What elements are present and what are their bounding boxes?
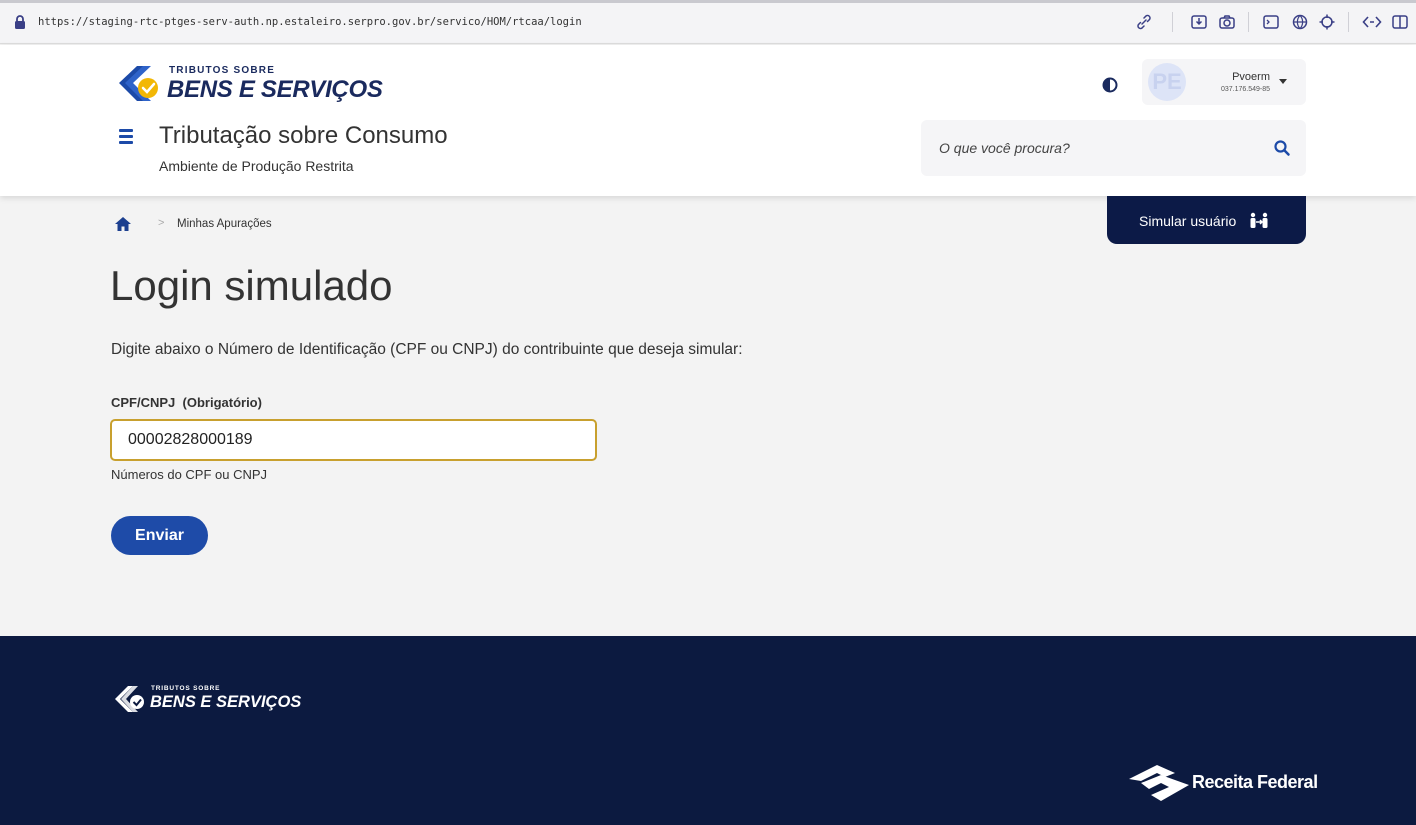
- page-title: Login simulado: [110, 262, 393, 309]
- toolbar-divider: [1172, 12, 1173, 32]
- footer-logo-line1: TRIBUTOS SOBRE: [151, 685, 221, 692]
- footer-logo[interactable]: TRIBUTOS SOBRE BENS E SERVIÇOS: [111, 684, 311, 716]
- receita-federal-logo-icon: [1129, 765, 1189, 801]
- avatar: PE: [1148, 63, 1186, 101]
- users-switch-icon: [1250, 212, 1268, 228]
- code-icon[interactable]: [1362, 13, 1382, 31]
- cpf-cnpj-label: CPF/CNPJ (Obrigatório): [111, 395, 262, 410]
- receita-federal-label: Receita Federal: [1192, 772, 1318, 792]
- camera-icon[interactable]: [1218, 13, 1236, 31]
- window-edge: [0, 0, 1416, 3]
- hamburger-menu-icon[interactable]: [119, 129, 135, 144]
- download-icon[interactable]: [1190, 13, 1208, 31]
- logo-line1: TRIBUTOS SOBRE: [169, 65, 276, 76]
- chevron-down-icon: [1279, 79, 1287, 84]
- site-footer: TRIBUTOS SOBRE BENS E SERVIÇOS Receita F…: [0, 636, 1416, 825]
- site-header: TRIBUTOS SOBRE BENS E SERVIÇOS Tributaçã…: [0, 45, 1416, 196]
- simulate-user-button[interactable]: Simular usuário: [1107, 196, 1306, 244]
- toolbar-divider: [1248, 12, 1249, 32]
- logo-icon: [119, 66, 158, 101]
- address-bar[interactable]: https://staging-rtc-ptges-serv-auth.np.e…: [38, 16, 582, 28]
- user-menu[interactable]: PE Pvoerm 037.176.549-85: [1142, 59, 1306, 105]
- site-title: Tributação sobre Consumo: [159, 122, 448, 149]
- search-box: [921, 120, 1306, 176]
- breadcrumb-item[interactable]: Minhas Apurações: [177, 218, 272, 230]
- sidebar-icon[interactable]: [1391, 13, 1409, 31]
- footer-logo-line2: BENS E SERVIÇOS: [150, 693, 302, 711]
- user-id: 037.176.549-85: [1220, 86, 1270, 93]
- site-subtitle: Ambiente de Produção Restrita: [159, 158, 354, 174]
- terminal-icon[interactable]: [1262, 13, 1280, 31]
- search-input[interactable]: [939, 134, 1259, 162]
- link-icon[interactable]: [1135, 13, 1153, 31]
- toolbar-divider: [1348, 12, 1349, 32]
- crosshair-icon[interactable]: [1318, 13, 1336, 31]
- cpf-cnpj-input[interactable]: [110, 419, 597, 461]
- contrast-icon[interactable]: [1102, 77, 1118, 93]
- simulate-user-label: Simular usuário: [1139, 213, 1237, 229]
- globe-icon[interactable]: [1291, 13, 1309, 31]
- instructions-text: Digite abaixo o Número de Identificação …: [111, 341, 743, 358]
- cpf-cnpj-hint: Números do CPF ou CNPJ: [111, 467, 268, 482]
- user-name: Pvoerm: [1232, 71, 1270, 83]
- logo-line2: BENS E SERVIÇOS: [167, 76, 383, 103]
- site-logo[interactable]: TRIBUTOS SOBRE BENS E SERVIÇOS: [111, 63, 383, 107]
- lock-icon: [15, 15, 25, 29]
- submit-button[interactable]: Enviar: [111, 516, 208, 555]
- breadcrumb-separator: >: [158, 217, 165, 229]
- browser-toolbar: https://staging-rtc-ptges-serv-auth.np.e…: [0, 0, 1416, 44]
- search-icon[interactable]: [1273, 139, 1291, 157]
- footer-logo-icon: [115, 686, 144, 712]
- home-icon[interactable]: [114, 216, 132, 232]
